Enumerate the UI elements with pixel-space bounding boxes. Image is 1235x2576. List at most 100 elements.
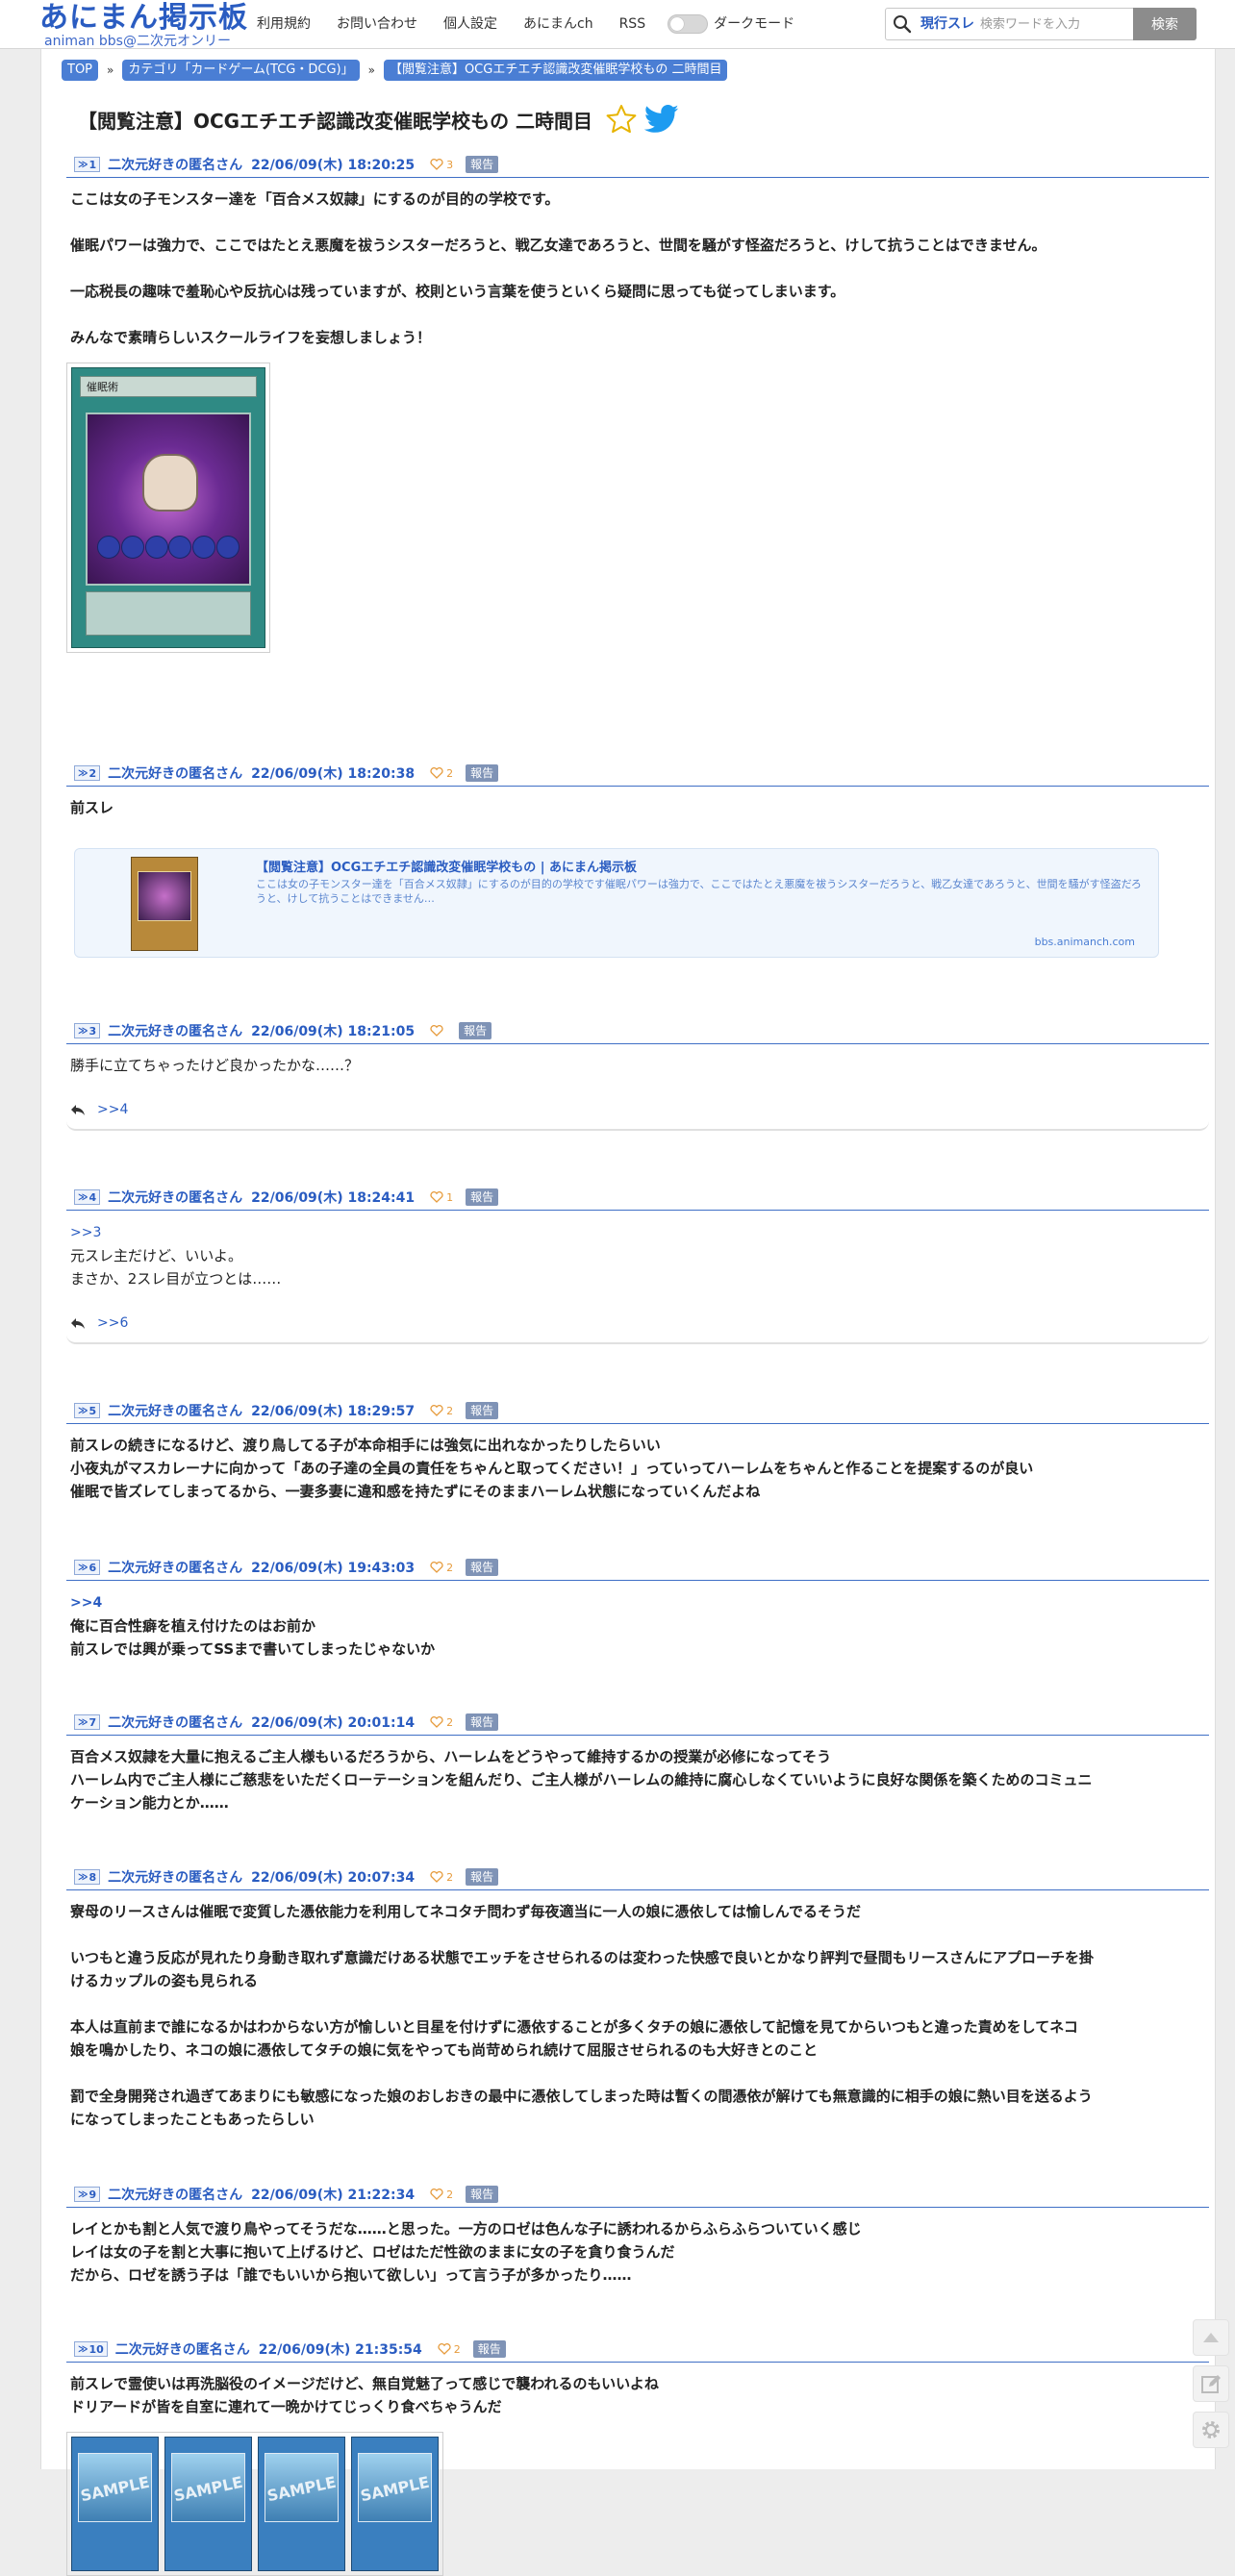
like-count: 1 bbox=[446, 1190, 454, 1204]
scroll-top-button[interactable] bbox=[1193, 2319, 1229, 2356]
post-4: ≫ 4 二次元好きの匿名さん 22/06/09(木) 18:24:41 1 報告 … bbox=[66, 1185, 1209, 1344]
report-button[interactable]: 報告 bbox=[466, 2186, 499, 2203]
like-button[interactable]: 2 bbox=[430, 1716, 453, 1729]
nav-terms[interactable]: 利用規約 bbox=[257, 14, 311, 34]
post-line: 前スレでは興が乗ってSSまで書いてしまったじゃないか bbox=[70, 1640, 436, 1658]
like-count: 2 bbox=[453, 2342, 461, 2356]
breadcrumb-category[interactable]: カテゴリ「カードゲーム(TCG・DCG)」 bbox=[122, 60, 360, 81]
like-button[interactable]: 3 bbox=[430, 159, 453, 171]
heart-icon bbox=[430, 1191, 443, 1203]
like-button[interactable]: 2 bbox=[430, 2188, 453, 2201]
heart-icon bbox=[430, 1405, 443, 1416]
twitter-bird-icon[interactable] bbox=[644, 104, 679, 135]
like-button[interactable]: 2 bbox=[430, 1871, 453, 1884]
card-orbs bbox=[97, 536, 239, 564]
search-icon bbox=[894, 15, 912, 34]
res-number[interactable]: ≫ 4 bbox=[74, 1189, 101, 1205]
report-button[interactable]: 報告 bbox=[472, 2340, 506, 2358]
attached-image[interactable]: 催眠術 bbox=[66, 363, 270, 653]
dark-mode-toggle[interactable] bbox=[668, 14, 709, 34]
search-input[interactable] bbox=[980, 13, 1129, 36]
like-button[interactable]: 1 bbox=[430, 1191, 453, 1204]
post-body: 百合メス奴隷を大量に抱えるご主人様もいるだろうから、ハーレムをどうやって維持する… bbox=[66, 1745, 1209, 1814]
thread-title: 【閲覧注意】OCGエチエチ認識改変催眠学校もの 二時間目 bbox=[78, 109, 593, 133]
nav-settings[interactable]: 個人設定 bbox=[443, 14, 497, 34]
link-domain: bbs.animanch.com bbox=[1034, 936, 1135, 948]
post-body: 寮母のリースさんは催眠で変質した憑依能力を利用してネコタチ問わず毎夜適当に一人の… bbox=[66, 1900, 1209, 2131]
post-body: >>3 元スレ主だけど、いいよ。 まさか、2スレ目が立つとは…… bbox=[66, 1220, 1209, 1290]
poster-name: 二次元好きの匿名さん bbox=[108, 1715, 243, 1731]
report-button[interactable]: 報告 bbox=[466, 1559, 499, 1576]
post-header: ≫ 4 二次元好きの匿名さん 22/06/09(木) 18:24:41 1 報告 bbox=[66, 1185, 1209, 1211]
search-button[interactable]: 検索 bbox=[1133, 8, 1197, 40]
breadcrumb: TOP » カテゴリ「カードゲーム(TCG・DCG)」 » 【閲覧注意】OCGエ… bbox=[62, 60, 728, 81]
anchor-link[interactable]: >>4 bbox=[70, 1595, 102, 1611]
post-header: ≫ 1 二次元好きの匿名さん 22/06/09(木) 18:20:25 3 報告 bbox=[66, 152, 1209, 178]
heart-icon bbox=[430, 2188, 443, 2200]
report-button[interactable]: 報告 bbox=[459, 1022, 492, 1039]
res-number[interactable]: ≫ 6 bbox=[74, 1560, 101, 1575]
res-number[interactable]: ≫ 5 bbox=[74, 1403, 101, 1418]
post-line: 罰で全身開発され過ぎてあまりにも敏感になった娘のおしおきの最中に憑依してしまった… bbox=[70, 2088, 1093, 2105]
nav-rss[interactable]: RSS bbox=[619, 14, 646, 34]
heart-icon bbox=[430, 1871, 443, 1883]
post-body: 前スレ bbox=[66, 796, 1209, 819]
report-button[interactable]: 報告 bbox=[466, 1402, 499, 1419]
res-number[interactable]: ≫ 10 bbox=[74, 2341, 108, 2357]
report-button[interactable]: 報告 bbox=[466, 1188, 499, 1206]
report-button[interactable]: 報告 bbox=[466, 764, 499, 782]
like-button[interactable]: 2 bbox=[430, 1405, 453, 1417]
link-title: 【閲覧注意】OCGエチエチ認識改変催眠学校もの | あにまん掲示板 bbox=[256, 861, 638, 875]
like-count: 2 bbox=[446, 1561, 454, 1574]
post-9: ≫ 9 二次元好きの匿名さん 22/06/09(木) 21:22:34 2 報告 … bbox=[66, 2182, 1209, 2287]
post-line: ドリアードが皆を自室に連れて一晩かけてじっくり食べちゃうんだ bbox=[70, 2398, 502, 2415]
like-button[interactable]: 2 bbox=[430, 767, 453, 780]
nav-contact[interactable]: お問い合わせ bbox=[337, 14, 417, 34]
post-header: ≫ 2 二次元好きの匿名さん 22/06/09(木) 18:20:38 2 報告 bbox=[66, 761, 1209, 787]
breadcrumb-top[interactable]: TOP bbox=[62, 60, 99, 81]
post-body: 勝手に立てちゃったけど良かったかな……？ bbox=[66, 1054, 1209, 1077]
like-button[interactable]: 2 bbox=[430, 1562, 453, 1574]
breadcrumb-thread[interactable]: 【閲覧注意】OCGエチエチ認識改変催眠学校もの 二時間目 bbox=[383, 60, 728, 81]
post-line: 俺に百合性癖を植え付けたのはお前か bbox=[70, 1617, 316, 1635]
res-number[interactable]: ≫ 8 bbox=[74, 1869, 101, 1885]
reply-bar: >>6 bbox=[66, 1306, 1209, 1344]
post-header: ≫ 6 二次元好きの匿名さん 22/06/09(木) 19:43:03 2 報告 bbox=[66, 1555, 1209, 1581]
reply-anchor-link[interactable]: >>6 bbox=[97, 1315, 128, 1331]
reply-anchor-link[interactable]: >>4 bbox=[97, 1102, 128, 1117]
site-logo[interactable]: あにまん掲示板 animan bbs@二次元オンリー bbox=[39, 2, 247, 49]
post-line: ハーレム内でご主人様にご慈悲をいただくローテーションを組んだり、ご主人様がハーレ… bbox=[70, 1771, 1093, 1788]
search-scope[interactable]: 現行スレ bbox=[920, 16, 974, 32]
poster-name: 二次元好きの匿名さん bbox=[108, 1870, 243, 1886]
nav-animanch[interactable]: あにまんch bbox=[523, 14, 593, 34]
poster-name: 二次元好きの匿名さん bbox=[108, 766, 243, 782]
like-count: 2 bbox=[446, 1870, 454, 1884]
post-date: 22/06/09(木) 18:24:41 bbox=[251, 1190, 416, 1206]
like-button[interactable]: 2 bbox=[438, 2343, 461, 2356]
post-date: 22/06/09(木) 20:01:14 bbox=[251, 1715, 416, 1731]
res-number[interactable]: ≫ 3 bbox=[74, 1023, 101, 1038]
write-post-button[interactable] bbox=[1193, 2365, 1229, 2402]
report-button[interactable]: 報告 bbox=[466, 1868, 499, 1886]
report-button[interactable]: 報告 bbox=[466, 1713, 499, 1731]
spell-card-image: 催眠術 bbox=[71, 367, 265, 648]
post-date: 22/06/09(木) 18:20:25 bbox=[251, 158, 416, 173]
post-line: ここは女の子モンスター達を「百合メス奴隷」にするのが目的の学校です。 bbox=[70, 190, 560, 208]
attached-image[interactable]: SAMPLE SAMPLE SAMPLE SAMPLE bbox=[66, 2432, 443, 2576]
hand-illustration bbox=[142, 453, 198, 512]
res-number[interactable]: ≫ 7 bbox=[74, 1714, 101, 1730]
post-10: ≫ 10 二次元好きの匿名さん 22/06/09(木) 21:35:54 2 報告… bbox=[66, 2337, 1209, 2576]
report-button[interactable]: 報告 bbox=[466, 156, 499, 173]
post-line: いつもと違う反応が見れたり身動き取れず意識だけある状態でエッチをさせられるのは変… bbox=[70, 1949, 1094, 1966]
settings-button[interactable] bbox=[1193, 2412, 1229, 2448]
post-header: ≫ 8 二次元好きの匿名さん 22/06/09(木) 20:07:34 2 報告 bbox=[66, 1864, 1209, 1890]
res-number[interactable]: ≫ 9 bbox=[74, 2187, 101, 2202]
anchor-link[interactable]: >>3 bbox=[70, 1225, 101, 1240]
res-number[interactable]: ≫ 2 bbox=[74, 765, 101, 781]
res-number[interactable]: ≫ 1 bbox=[74, 157, 101, 172]
favorite-star-icon[interactable] bbox=[606, 104, 637, 135]
link-preview-card[interactable]: 【閲覧注意】OCGエチエチ認識改変催眠学校もの | あにまん掲示板 ここは女の子… bbox=[74, 848, 1159, 958]
dark-mode-label: ダークモード bbox=[714, 16, 795, 32]
post-6: ≫ 6 二次元好きの匿名さん 22/06/09(木) 19:43:03 2 報告 … bbox=[66, 1555, 1209, 1661]
like-button[interactable] bbox=[430, 1025, 446, 1037]
